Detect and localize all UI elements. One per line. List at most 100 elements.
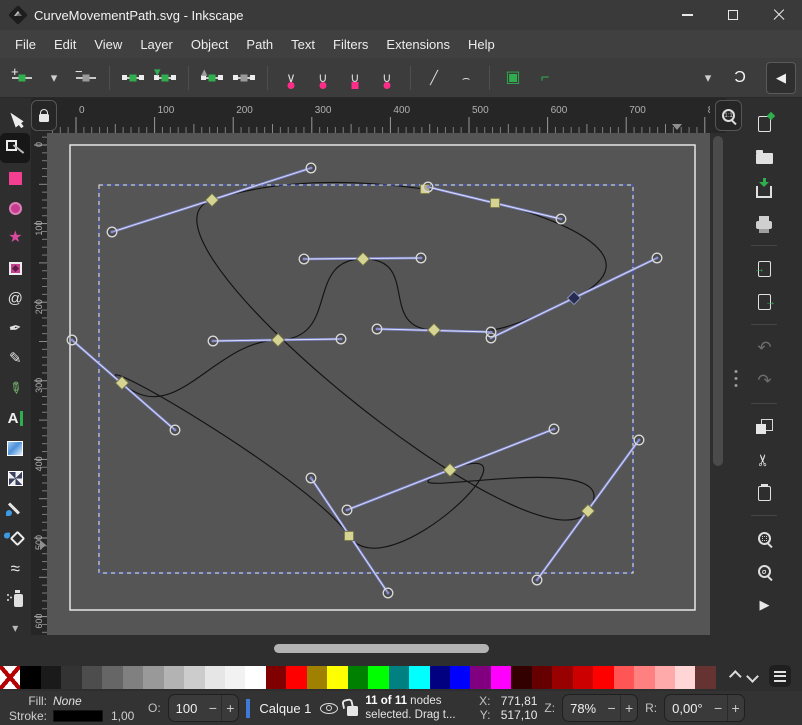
join-with-segment-button[interactable]: ▾ xyxy=(149,62,181,94)
palette-swatch[interactable] xyxy=(225,666,245,689)
undo-button[interactable]: ↶ xyxy=(750,334,778,361)
insert-node-options-button[interactable]: ▾ xyxy=(38,62,70,94)
palette-swatch[interactable] xyxy=(286,666,306,689)
palette-swatch[interactable] xyxy=(307,666,327,689)
calligraphy-tool[interactable]: ✎ xyxy=(0,373,30,403)
path-node-node-1[interactable] xyxy=(205,193,218,206)
path-node-node-5[interactable] xyxy=(427,323,440,336)
dropper-tool[interactable] xyxy=(0,493,30,523)
palette-swatch[interactable] xyxy=(143,666,163,689)
palette-swatch[interactable] xyxy=(327,666,347,689)
menu-path[interactable]: Path xyxy=(237,33,282,56)
open-document-button[interactable] xyxy=(750,143,778,170)
zoom-1-1-button[interactable]: 1:1 xyxy=(715,100,742,131)
zoom-value[interactable]: 78% xyxy=(563,701,603,716)
curve-path[interactable] xyxy=(115,183,606,549)
node-tool[interactable] xyxy=(0,133,30,163)
palette-swatch[interactable] xyxy=(266,666,286,689)
palette-menu-button[interactable] xyxy=(769,665,791,687)
palette-scroll-down-icon[interactable] xyxy=(746,670,759,683)
path-node-node-3[interactable] xyxy=(490,198,499,207)
splitter-handle-icon[interactable] xyxy=(734,370,737,387)
palette-scroll-up-icon[interactable] xyxy=(728,670,741,683)
rotation-decrease-button[interactable]: − xyxy=(710,695,727,721)
x-coordinate-options-button[interactable]: ▾ xyxy=(692,62,724,94)
break-nodes-button[interactable]: ▴ xyxy=(196,62,228,94)
canvas-viewport[interactable] xyxy=(47,133,710,635)
menu-text[interactable]: Text xyxy=(282,33,324,56)
delete-segment-button[interactable] xyxy=(228,62,260,94)
spray-tool[interactable] xyxy=(0,583,30,613)
segment-curve-button[interactable]: ⌢ xyxy=(450,62,482,94)
zoom-to-drawing-button[interactable] xyxy=(750,558,778,585)
rotation-value[interactable]: 0,00° xyxy=(665,701,710,716)
palette-swatch[interactable] xyxy=(102,666,122,689)
paste-button[interactable] xyxy=(750,479,778,506)
palette-swatch[interactable] xyxy=(695,666,715,689)
palette-swatch[interactable] xyxy=(164,666,184,689)
horizontal-scrollbar[interactable] xyxy=(47,635,710,662)
duplicate-button[interactable] xyxy=(750,413,778,440)
vertical-scrollbar[interactable] xyxy=(710,133,726,635)
box3d-tool[interactable] xyxy=(0,253,30,283)
cut-button[interactable]: ✂ xyxy=(750,446,778,473)
palette-swatch[interactable] xyxy=(409,666,429,689)
palette-swatch[interactable] xyxy=(491,666,511,689)
rotation-increase-button[interactable]: + xyxy=(727,695,744,721)
object-to-path-button[interactable]: ▣ xyxy=(497,62,529,94)
palette-swatch[interactable] xyxy=(245,666,265,689)
stroke-width-value[interactable]: 1,00 xyxy=(111,709,141,723)
palette-swatch[interactable] xyxy=(368,666,388,689)
path-node-node-9[interactable] xyxy=(344,531,353,540)
ruler-lock-button[interactable] xyxy=(31,100,57,131)
opacity-decrease-button[interactable]: − xyxy=(204,695,221,721)
palette-swatch[interactable] xyxy=(573,666,593,689)
mesh-gradient-tool[interactable] xyxy=(0,463,30,493)
zoom-to-selection-button[interactable] xyxy=(750,525,778,552)
palette-swatch[interactable] xyxy=(450,666,470,689)
zoom-decrease-button[interactable]: − xyxy=(603,695,620,721)
layer-visibility-icon[interactable] xyxy=(320,703,338,714)
path-node-node-7[interactable] xyxy=(271,333,284,346)
palette-swatch[interactable] xyxy=(348,666,368,689)
save-document-button[interactable] xyxy=(750,176,778,203)
selector-tool[interactable] xyxy=(0,103,30,133)
make-auto-smooth-button[interactable]: ∪ xyxy=(371,62,403,94)
redo-button[interactable]: ↷ xyxy=(750,367,778,394)
minimize-button[interactable] xyxy=(664,0,710,30)
palette-swatch[interactable] xyxy=(41,666,61,689)
tweak-tool[interactable]: ≈ xyxy=(0,553,30,583)
print-document-button[interactable] xyxy=(750,209,778,236)
import-image-button[interactable]: → xyxy=(750,255,778,282)
menu-file[interactable]: File xyxy=(6,33,45,56)
palette-swatch[interactable] xyxy=(430,666,450,689)
opacity-spinner[interactable]: 100 − + xyxy=(168,694,240,722)
show-more-commands-button[interactable]: ▶ xyxy=(750,591,778,618)
palette-swatch[interactable] xyxy=(532,666,552,689)
current-layer-name[interactable]: Calque 1 xyxy=(259,701,311,716)
horizontal-scrollbar-thumb[interactable] xyxy=(274,644,489,653)
segment-line-button[interactable]: ╱ xyxy=(418,62,450,94)
panel-splitter[interactable] xyxy=(726,98,746,662)
palette-swatch[interactable] xyxy=(0,666,20,689)
drawing-canvas[interactable] xyxy=(47,133,710,635)
path-node-node-6[interactable] xyxy=(356,252,369,265)
opacity-value[interactable]: 100 xyxy=(169,701,205,716)
join-nodes-button[interactable] xyxy=(117,62,149,94)
menu-edit[interactable]: Edit xyxy=(45,33,85,56)
make-smooth-button[interactable]: ∪ xyxy=(307,62,339,94)
palette-swatch[interactable] xyxy=(675,666,695,689)
menu-object[interactable]: Object xyxy=(182,33,238,56)
menu-extensions[interactable]: Extensions xyxy=(377,33,459,56)
insert-node-button[interactable]: + xyxy=(6,62,38,94)
export-image-button[interactable]: → xyxy=(750,288,778,315)
stroke-to-path-button[interactable]: ⌐ xyxy=(529,62,561,94)
palette-swatch[interactable] xyxy=(82,666,102,689)
make-corner-button[interactable]: ∨ xyxy=(275,62,307,94)
palette-swatch[interactable] xyxy=(123,666,143,689)
vertical-scrollbar-thumb[interactable] xyxy=(713,136,723,466)
layer-unlock-icon[interactable] xyxy=(347,706,358,716)
gradient-tool[interactable] xyxy=(0,433,30,463)
spiral-tool[interactable]: @ xyxy=(0,283,30,313)
delete-node-button[interactable]: − xyxy=(70,62,102,94)
